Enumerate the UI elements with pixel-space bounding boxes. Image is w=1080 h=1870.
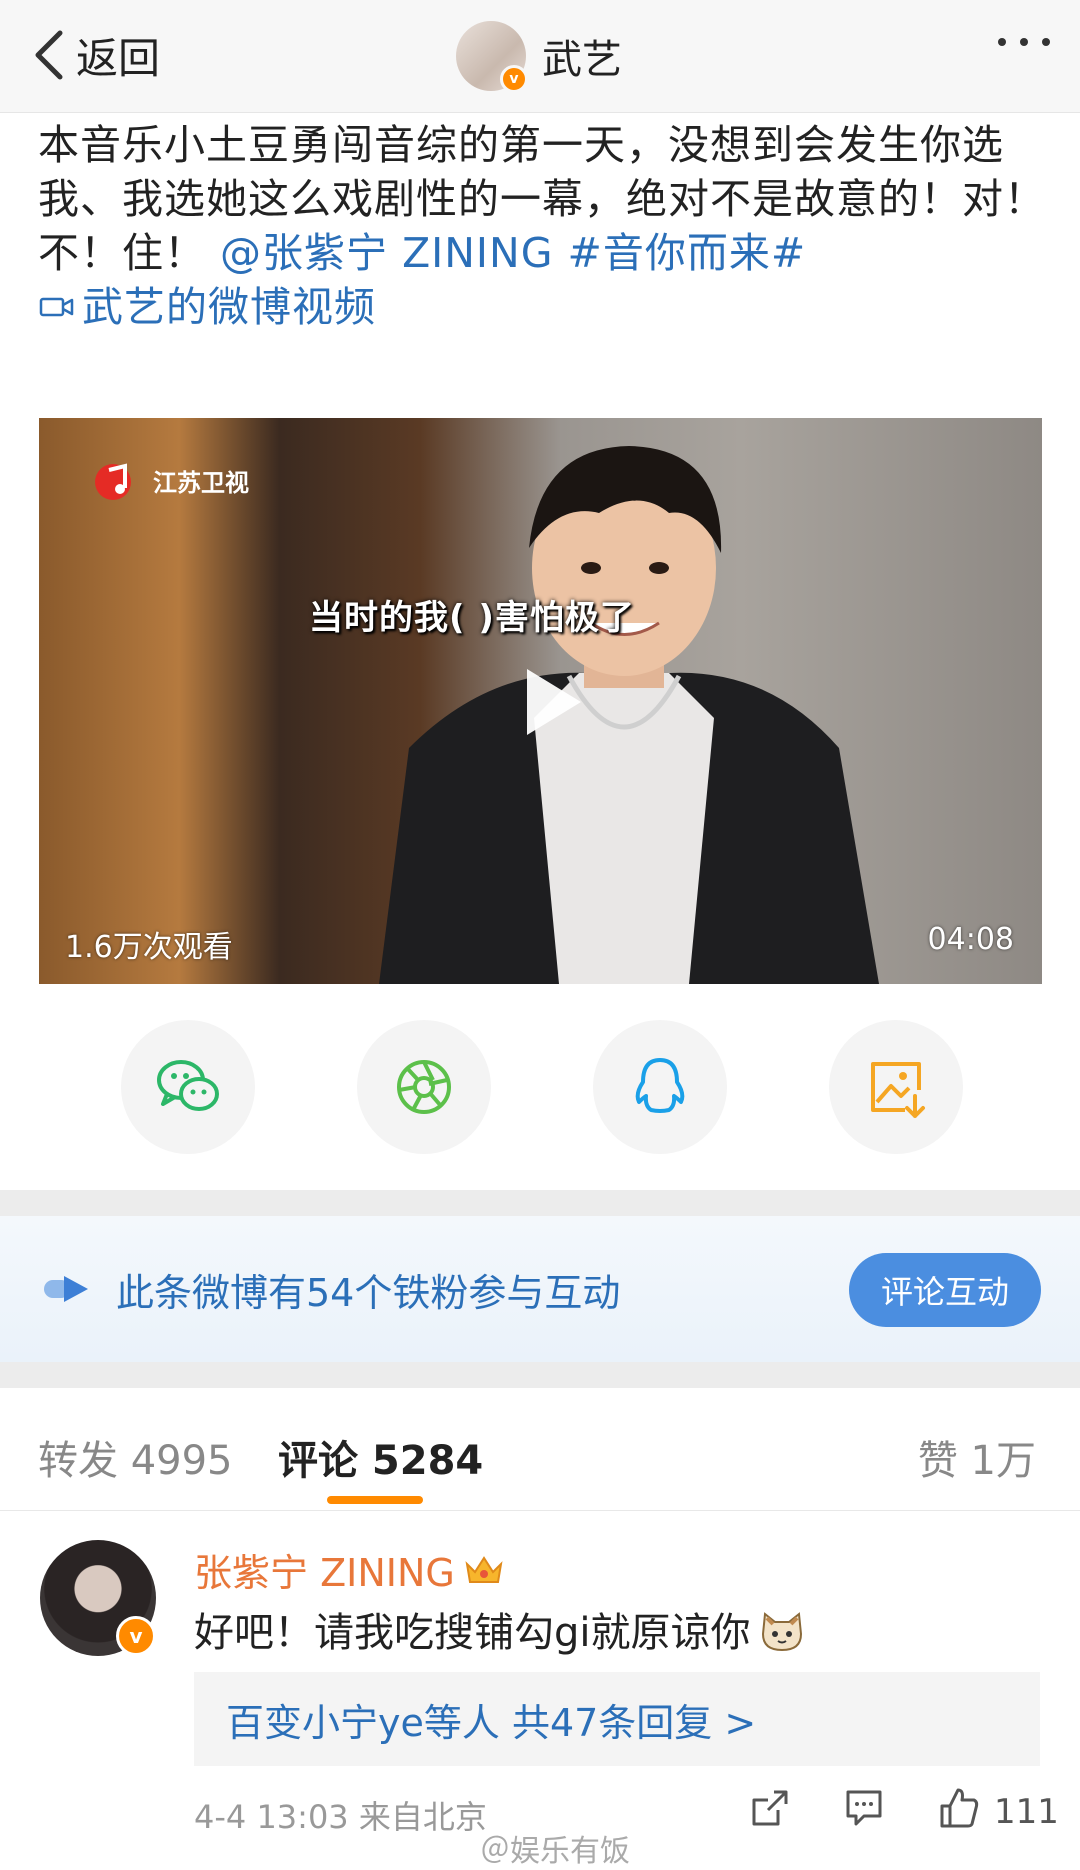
avatar[interactable]: v <box>456 21 528 93</box>
share-moments-button[interactable] <box>357 1020 491 1154</box>
section-divider <box>0 1190 1080 1216</box>
share-wechat-button[interactable] <box>121 1020 255 1154</box>
mention-link[interactable]: @张紫宁 ZINING <box>220 229 553 277</box>
avatar[interactable]: v <box>40 1540 156 1656</box>
wechat-icon <box>157 1060 219 1111</box>
video-source-label: 武艺的微博视频 <box>82 283 376 331</box>
tab-repost[interactable]: 转发 4995 <box>38 1428 233 1486</box>
video-duration: 04:08 <box>927 922 1014 957</box>
music-note-logo-icon <box>95 463 131 500</box>
back-button[interactable]: 返回 <box>30 22 160 88</box>
page-title: 武艺 <box>542 37 622 83</box>
video-source-link[interactable]: 武艺的微博视频 <box>38 280 376 334</box>
play-icon[interactable] <box>509 663 587 741</box>
video-subtitle: 当时的我( )害怕极了 <box>309 598 635 638</box>
tab-like[interactable]: 赞 1万 <box>918 1428 1036 1486</box>
share-qq-button[interactable] <box>593 1020 727 1154</box>
dot-icon <box>1042 38 1050 46</box>
comment-text: 好吧！请我吃搜铺勾gi就原谅你 <box>194 1600 807 1658</box>
crown-badge-icon <box>465 1555 503 1583</box>
video-camera-icon <box>39 297 74 317</box>
save-image-button[interactable] <box>829 1020 963 1154</box>
replies-link: 百变小宁ye等人 共47条回复 > <box>226 1700 757 1745</box>
channel-logo-text: 江苏卫视 <box>153 467 249 497</box>
dot-icon <box>998 38 1006 46</box>
comment-author[interactable]: 张紫宁 ZINING <box>194 1542 505 1597</box>
comment-meta: 4-4 13:03 来自北京 <box>194 1798 487 1836</box>
header-user[interactable]: v 武艺 <box>456 18 622 94</box>
comment-icon <box>846 1790 882 1826</box>
reply-comment-button[interactable] <box>842 1786 886 1834</box>
save-image-icon <box>871 1062 925 1118</box>
comment-author-name: 张紫宁 ZINING <box>194 1551 455 1595</box>
tab-comment[interactable]: 评论 5284 <box>278 1428 483 1486</box>
verified-badge-icon: v <box>116 1616 156 1656</box>
post-tabs: 转发 4995 评论 5284 赞 1万 <box>0 1388 1080 1511</box>
view-count: 1.6万次观看 <box>65 930 233 965</box>
share-icon <box>752 1790 788 1826</box>
watermark: ＠娱乐有饭 <box>480 1834 630 1869</box>
more-options-button[interactable] <box>998 38 1050 46</box>
back-label: 返回 <box>76 33 161 83</box>
comment-body: 好吧！请我吃搜铺勾gi就原谅你 <box>194 1610 751 1656</box>
video-player[interactable]: 江苏卫视 当时的我( )害怕极了 1.6万次观看 04:08 <box>39 418 1042 984</box>
hashtag-link[interactable]: #音你而来# <box>568 229 807 277</box>
qq-icon <box>635 1058 685 1113</box>
chevron-left-icon <box>35 30 63 80</box>
fan-interaction-banner: 此条微博有54个铁粉参与互动 评论互动 <box>0 1216 1080 1362</box>
like-comment-button[interactable] <box>936 1786 980 1834</box>
cat-emoji-icon <box>761 1612 802 1652</box>
dot-icon <box>1020 38 1028 46</box>
comment-like-count: 111 <box>994 1792 1059 1832</box>
thumbs-up-icon <box>940 1788 979 1828</box>
active-tab-indicator <box>327 1496 423 1504</box>
top-bar: 返回 v 武艺 <box>0 0 1080 113</box>
video-frame-image <box>379 446 879 984</box>
post-body: 本音乐小土豆勇闯音综的第一天，没想到会发生你选我、我选她这么戏剧性的一幕，绝对不… <box>38 118 1048 335</box>
channel-logo: 江苏卫视 <box>89 458 249 502</box>
fans-icon <box>44 1276 88 1302</box>
replies-preview[interactable]: 百变小宁ye等人 共47条回复 > <box>194 1672 1040 1766</box>
section-divider <box>0 1362 1080 1388</box>
verified-badge-icon: v <box>500 65 528 93</box>
share-comment-button[interactable] <box>748 1786 792 1834</box>
fan-interaction-text: 此条微博有54个铁粉参与互动 <box>116 1271 621 1315</box>
comment-interact-button[interactable]: 评论互动 <box>849 1253 1041 1327</box>
moments-icon <box>397 1060 451 1114</box>
